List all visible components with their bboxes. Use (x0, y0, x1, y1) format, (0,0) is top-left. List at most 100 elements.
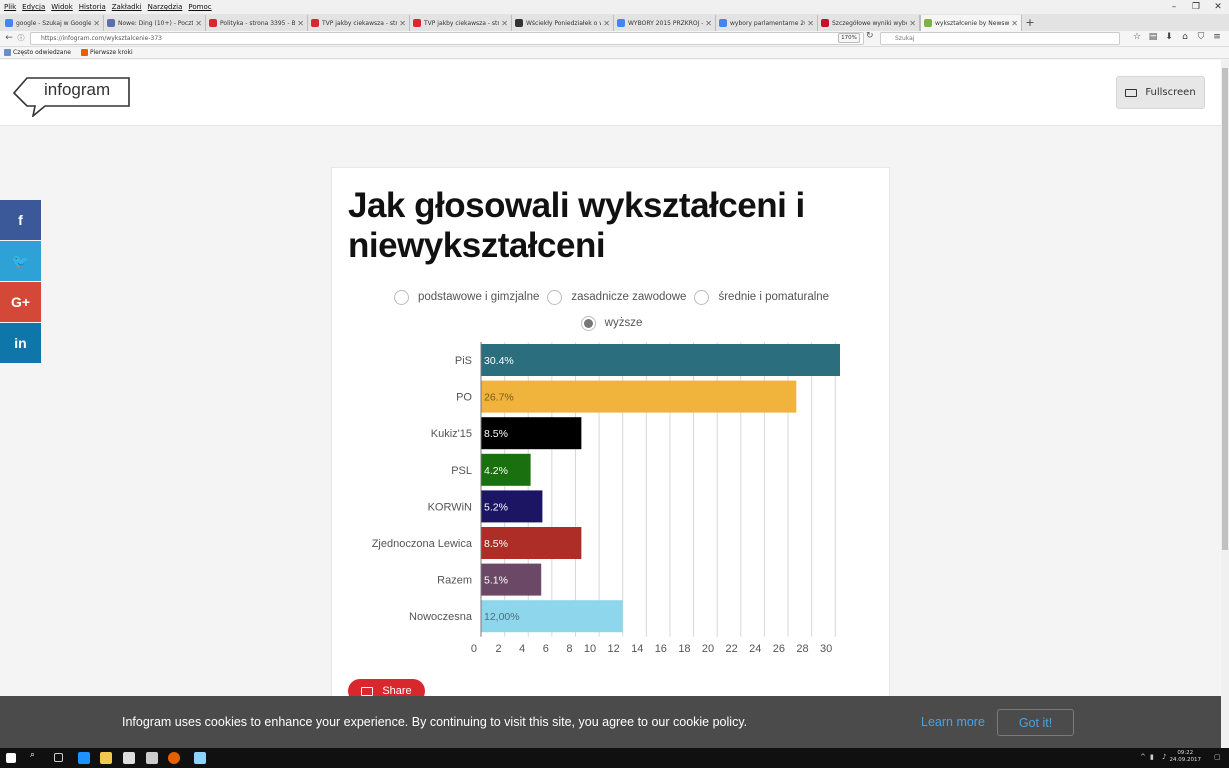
search-icon[interactable]: ⌕ (30, 750, 42, 762)
bookmark-item[interactable]: Pierwsze kroki (80, 49, 133, 56)
new-tab-icon[interactable]: + (1022, 15, 1038, 31)
tab-favicon-icon (413, 19, 421, 27)
store-icon[interactable] (123, 752, 135, 764)
share-icon (361, 686, 374, 696)
star-icon[interactable]: ☆ (1129, 32, 1145, 42)
page-scrollbar[interactable] (1221, 60, 1229, 748)
bar[interactable] (481, 344, 840, 376)
x-tick-label: 22 (726, 643, 738, 655)
zoom-level[interactable]: 170% (838, 33, 860, 43)
menu-item[interactable]: Historia (79, 3, 106, 11)
pocket-icon[interactable]: ⛉ (1193, 32, 1209, 42)
tab-close-icon[interactable]: ✕ (603, 19, 610, 28)
browser-tab[interactable]: Wściekły Poniedziałek o wyk✕ (512, 15, 614, 31)
tab-favicon-icon (5, 19, 13, 27)
data-label: 12,00% (484, 611, 520, 623)
tab-close-icon[interactable]: ✕ (297, 19, 304, 28)
file-explorer-icon[interactable] (100, 752, 112, 764)
search-placeholder: Szukaj (895, 35, 915, 42)
bookmark-item[interactable]: Często odwiedzane (4, 49, 71, 56)
menu-item[interactable]: Zakładki (112, 3, 142, 11)
bookmark-folder-icon (4, 49, 11, 56)
clock-time: 09:22 (1177, 750, 1194, 756)
tab-close-icon[interactable]: ✕ (195, 19, 202, 28)
tab-close-icon[interactable]: ✕ (909, 19, 916, 28)
tab-label: TVP jakby ciekawsza - strona (322, 19, 398, 27)
bar[interactable] (481, 380, 797, 413)
hamburger-menu-icon[interactable]: ≡ (1209, 32, 1225, 42)
browser-tab[interactable]: Szczegółowe wyniki wyborów✕ (818, 15, 920, 31)
got-it-button[interactable]: Got it! (997, 709, 1074, 736)
cookie-message: Infogram uses cookies to enhance your ex… (122, 715, 748, 729)
app-icon[interactable] (194, 752, 206, 764)
tray-chevron-icon[interactable]: ^ (1140, 753, 1146, 761)
scrollbar-thumb[interactable] (1222, 68, 1228, 550)
tab-close-icon[interactable]: ✕ (501, 19, 508, 28)
menu-item[interactable]: Narzędzia (148, 3, 183, 11)
menu-item[interactable]: Widok (51, 3, 73, 11)
bookmarks-bar: Często odwiedzane Pierwsze kroki (0, 47, 1229, 59)
tab-favicon-icon (821, 19, 829, 27)
firefox-icon (80, 49, 88, 56)
data-label: 26.7% (484, 392, 514, 404)
x-tick-label: 12 (607, 643, 619, 655)
x-tick-label: 16 (655, 643, 667, 655)
notifications-icon[interactable]: ▢ (1214, 753, 1221, 761)
x-tick-label: 2 (495, 643, 501, 655)
tab-close-icon[interactable]: ✕ (705, 19, 712, 28)
menu-item[interactable]: Pomoc (188, 3, 211, 11)
browser-tab[interactable]: google - Szukaj w Google ✕ (2, 15, 104, 31)
calculator-icon[interactable] (146, 752, 158, 764)
browser-tab[interactable]: Nowe: Ding (10+) - Poczta ✕ (104, 15, 206, 31)
browser-tab[interactable]: TVP jakby ciekawsza - strona✕ (308, 15, 410, 31)
menu-item[interactable]: Edycja (22, 3, 45, 11)
menu-bar: Plik Edycja Widok Historia Zakładki Narzędzia… (0, 0, 1229, 14)
url-bar[interactable]: https://infogram.com/wyksztalcenie-373 (30, 32, 864, 45)
menu-item[interactable]: Plik (4, 3, 16, 11)
category-label: PiS (455, 355, 472, 367)
data-label: 4.2% (484, 465, 508, 477)
firefox-icon[interactable] (168, 752, 180, 764)
tab-label: Nowe: Ding (10+) - Poczta (118, 19, 194, 27)
navigation-bar: ← ⓘ https://infogram.com/wyksztalcenie-3… (0, 31, 1229, 47)
browser-tab[interactable]: wybory parlamentarne 2015✕ (716, 15, 818, 31)
browser-tab[interactable]: TVP jakby ciekawsza - strona✕ (410, 15, 512, 31)
tab-favicon-icon (209, 19, 217, 27)
search-input[interactable]: Szukaj (880, 32, 1120, 45)
edge-icon[interactable] (78, 752, 90, 764)
tab-close-icon[interactable]: ✕ (399, 19, 406, 28)
url-text: https://infogram.com/wyksztalcenie-373 (41, 35, 162, 42)
browser-tab[interactable]: Polityka - strona 3395 - Bos ✕ (206, 15, 308, 31)
tab-close-icon[interactable]: ✕ (93, 19, 100, 28)
browser-tab[interactable]: wykształcenie by Newsweek✕ (920, 15, 1022, 31)
browser-tab[interactable]: WYBORY 2015 PRZKRÓJ - Sz✕ (614, 15, 716, 31)
tab-strip: google - Szukaj w Google ✕ Nowe: Ding (10+… (0, 14, 1229, 31)
tab-label: Szczegółowe wyniki wyborów (832, 19, 907, 27)
download-icon[interactable]: ⬇ (1161, 32, 1177, 42)
home-icon[interactable]: ⌂ (1177, 32, 1193, 42)
reload-icon[interactable]: ↻ (866, 31, 874, 41)
minimize-icon[interactable]: – (1163, 0, 1185, 14)
tab-close-icon[interactable]: ✕ (1011, 19, 1018, 28)
volume-icon[interactable]: ♪ (1162, 753, 1166, 761)
network-icon[interactable]: ▮ (1150, 753, 1154, 761)
linkedin-share-button[interactable]: in (0, 323, 41, 363)
restore-icon[interactable]: ❐ (1185, 0, 1207, 14)
close-icon[interactable]: ✕ (1207, 0, 1229, 14)
learn-more-link[interactable]: Learn more (921, 715, 985, 729)
twitter-share-button[interactable]: 🐦 (0, 241, 41, 281)
google-plus-share-button[interactable]: G+ (0, 282, 41, 322)
tab-label: Wściekły Poniedziałek o wyk (526, 19, 601, 27)
task-view-icon[interactable] (54, 753, 63, 762)
reader-icon[interactable]: ▤ (1145, 32, 1161, 42)
category-label: Razem (437, 575, 472, 587)
x-tick-label: 26 (773, 643, 785, 655)
facebook-share-button[interactable]: f (0, 200, 41, 240)
tab-close-icon[interactable]: ✕ (807, 19, 814, 28)
clock[interactable]: 09:22 24.09.2017 (1170, 750, 1202, 764)
clock-date: 24.09.2017 (1169, 757, 1202, 763)
data-label: 8.5% (484, 538, 508, 550)
windows-start-icon[interactable] (6, 753, 16, 763)
info-icon[interactable]: ⓘ (14, 33, 28, 43)
fullscreen-button[interactable]: Fullscreen (1116, 76, 1205, 109)
